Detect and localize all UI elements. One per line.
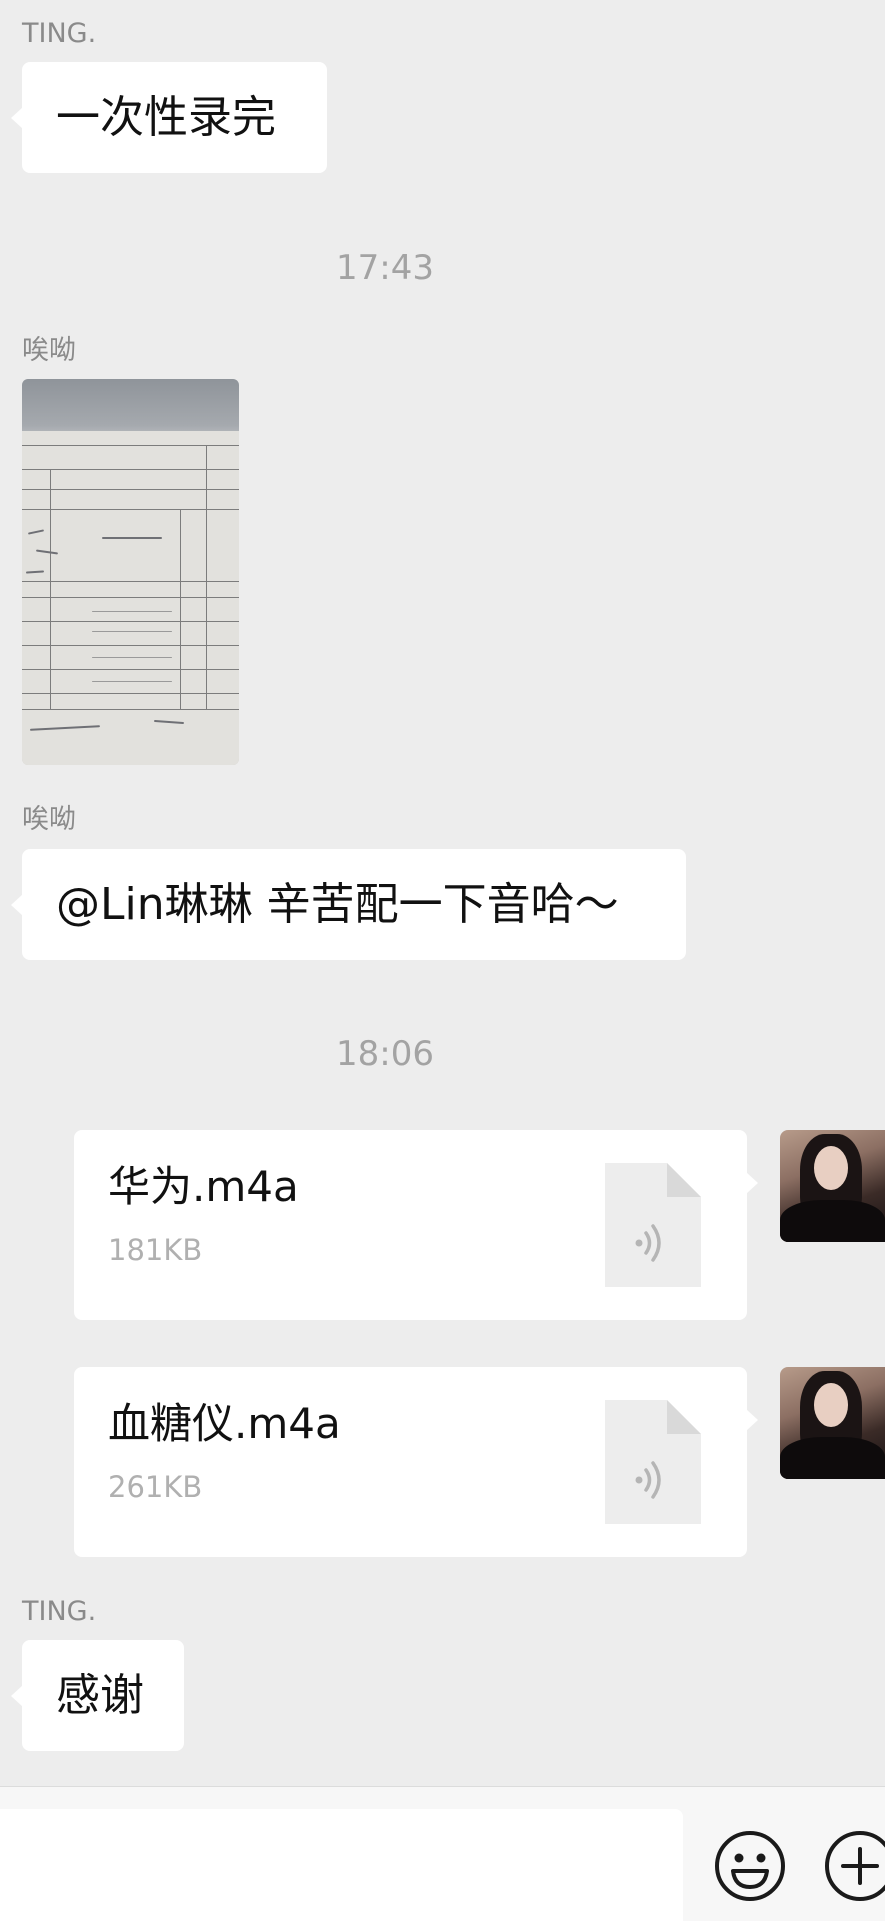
sender-name: 唉呦	[22, 804, 76, 835]
message-timestamp: 18:06	[336, 1034, 434, 1074]
message-input[interactable]	[0, 1809, 683, 1921]
avatar[interactable]	[780, 1130, 885, 1242]
sender-name: TING.	[22, 1596, 97, 1627]
message-timestamp: 17:43	[336, 248, 434, 288]
document-photo	[22, 431, 239, 765]
file-size: 181KB	[108, 1233, 203, 1267]
sender-name: TING.	[22, 18, 97, 49]
file-message[interactable]: 血糖仪.m4a 261KB	[74, 1367, 758, 1557]
plus-circle-icon[interactable]	[823, 1829, 885, 1903]
chat-input-bar	[0, 1786, 885, 1921]
file-name: 血糖仪.m4a	[108, 1399, 341, 1448]
sender-name: 唉呦	[22, 335, 76, 366]
file-message[interactable]: 华为.m4a 181KB	[74, 1130, 758, 1320]
avatar[interactable]	[780, 1367, 885, 1479]
file-size: 261KB	[108, 1470, 203, 1504]
audio-file-icon	[605, 1400, 701, 1524]
message-bubble[interactable]: 感谢	[11, 1640, 184, 1751]
message-bubble[interactable]: @Lin琳琳 辛苦配一下音哈～	[11, 849, 686, 960]
image-message[interactable]	[22, 379, 239, 765]
audio-file-icon	[605, 1163, 701, 1287]
message-bubble[interactable]: 一次性录完	[11, 62, 327, 173]
smiley-icon[interactable]	[713, 1829, 787, 1903]
file-name: 华为.m4a	[108, 1162, 299, 1211]
